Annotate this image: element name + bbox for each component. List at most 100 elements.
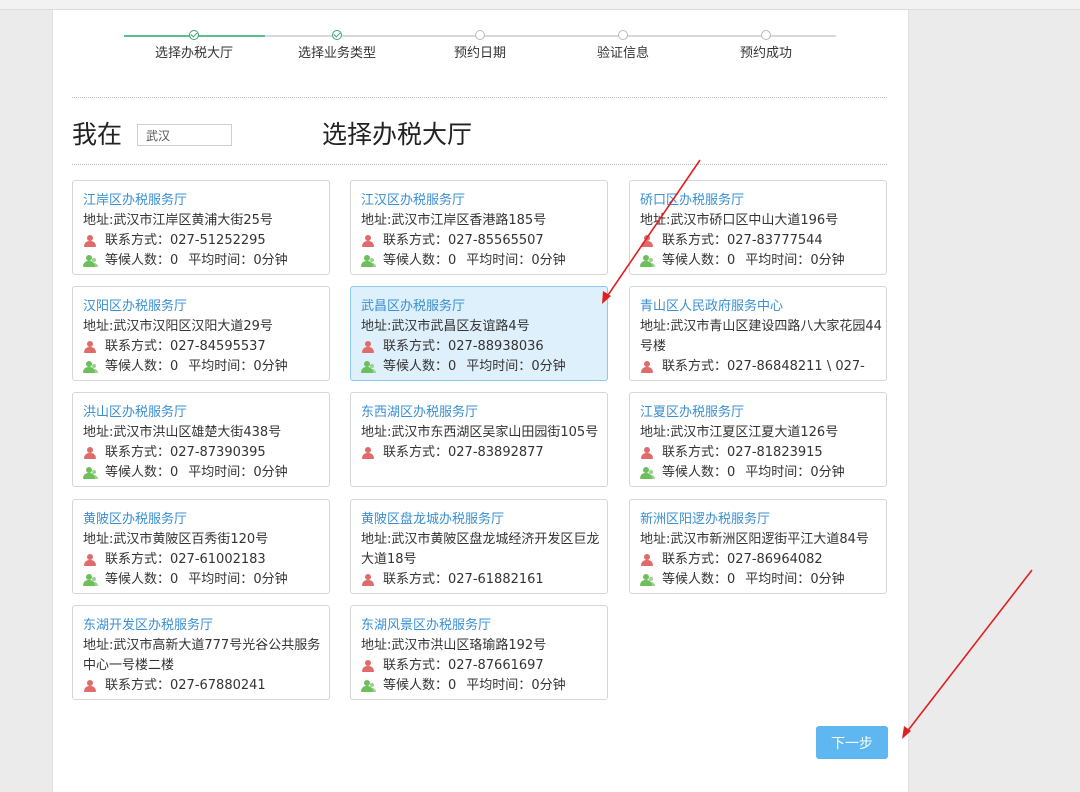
hall-address: 地址:武汉市江岸区黄浦大街25号 (83, 213, 273, 228)
hall-avg-time: 0分钟 (531, 678, 566, 693)
hall-name: 黄陂区办税服务厅 (83, 512, 188, 527)
hall-queue-row: 等候人数： 0 平均时间： 0分钟 (83, 357, 329, 377)
hall-phone-row: 联系方式： 027-86964082 (640, 550, 886, 570)
hall-card[interactable]: 江岸区办税服务厅地址:武汉市江岸区黄浦大街25号联系方式： 027-5125229… (72, 180, 330, 275)
hall-card[interactable]: 武昌区办税服务厅 地址:武汉市武昌区友谊路4号 联系方式： 027-88938036 等… (350, 286, 608, 381)
hall-queue-row: 等候人数： 0 平均时间： 0分钟 (640, 463, 886, 483)
phone-label: 联系方式： (662, 233, 728, 248)
hall-name: 洪山区办税服务厅 (83, 405, 188, 420)
hall-address: 地址:武汉市高新大道777号光谷公共服务中心一号楼二楼 (83, 638, 321, 673)
step-connector (480, 35, 623, 37)
phone-label: 联系方式： (383, 339, 449, 354)
annotation-arrow-to-button (902, 569, 1033, 739)
hall-phone: 027-86964082 (727, 552, 823, 567)
avg-time-label: 平均时间： (466, 359, 532, 374)
hall-queue-row: 等候人数： 0 平均时间： 0分钟 (83, 463, 329, 483)
step-dot-icon (618, 30, 628, 40)
phone-label: 联系方式： (662, 445, 728, 460)
hall-phone-row: 联系方式： 027-83777544 (640, 231, 886, 251)
hall-card[interactable]: 江汉区办税服务厅 地址:武汉市江岸区香港路185号 联系方式： 027-8556550… (350, 180, 608, 275)
hall-card[interactable]: 江夏区办税服务厅地址:武汉市江夏区江夏大道126号联系方式： 027-818239… (629, 392, 887, 487)
hall-phone: 027-81823915 (727, 445, 823, 460)
phone-label: 联系方式： (383, 572, 449, 587)
avg-time-label: 平均时间： (188, 253, 254, 268)
person-icon (83, 340, 99, 354)
location-label: 我在 (72, 120, 123, 149)
phone-label: 联系方式： (662, 552, 728, 567)
step-check-icon (332, 30, 342, 40)
hall-card[interactable]: 东西湖区办税服务厅 地址:武汉市东西湖区吴家山田园街105号 联系方式： 027-83… (350, 392, 608, 487)
queue-label: 等候人数： (105, 359, 171, 374)
people-icon (83, 360, 99, 374)
hall-avg-time: 0分钟 (253, 572, 288, 587)
step-label: 选择业务类型 (297, 46, 377, 61)
queue-label: 等候人数： (105, 253, 171, 268)
hall-address: 地址:武汉市江岸区香港路185号 (361, 213, 547, 228)
hall-card[interactable]: 硚口区办税服务厅 地址:武汉市硚口区中山大道196号 联系方式： 027-837775… (629, 180, 887, 275)
hall-queue-count: 0 (448, 359, 457, 374)
hall-name: 江汉区办税服务厅 (361, 193, 466, 208)
city-input[interactable] (137, 124, 232, 146)
step-connector (337, 35, 480, 37)
hall-queue-row: 等候人数： 0 平均时间： 0分钟 (640, 570, 886, 590)
hall-card[interactable]: 青山区人民政府服务中心 地址:武汉市青山区建设四路八大家花园44号楼 联系方式： 02… (629, 286, 887, 381)
hall-address: 地址:武汉市黄陂区百秀街120号 (83, 532, 269, 547)
hall-queue-count: 0 (448, 253, 457, 268)
hall-queue-row: 等候人数： 0 平均时间： 0分钟 (361, 357, 607, 377)
hall-avg-time: 0分钟 (253, 253, 288, 268)
hall-phone-row: 联系方式： 027-88938036 (361, 337, 607, 357)
phone-label: 联系方式： (105, 233, 171, 248)
hall-phone: 027-61882161 (448, 572, 544, 587)
people-icon (83, 466, 99, 480)
hall-card[interactable]: 新洲区阳逻办税服务厅地址:武汉市新洲区阳逻街平江大道84号联系方式： 027-86… (629, 499, 887, 594)
person-icon (83, 446, 99, 460)
avg-time-label: 平均时间： (745, 572, 811, 587)
step-label: 验证信息 (596, 46, 650, 61)
hall-phone: 027-83892877 (448, 445, 544, 460)
hall-phone-row: 联系方式： 027-83892877 (361, 443, 607, 463)
hall-address: 地址:武汉市新洲区阳逻街平江大道84号 (640, 532, 869, 547)
phone-label: 联系方式： (105, 445, 171, 460)
hall-queue-count: 0 (727, 465, 736, 480)
hall-queue-row: 等候人数： 0 平均时间： 0分钟 (361, 251, 607, 271)
hall-card[interactable]: 黄陂区盘龙城办税服务厅 地址:武汉市黄陂区盘龙城经济开发区巨龙大道18号 联系方式：… (350, 499, 608, 594)
queue-label: 等候人数： (105, 465, 171, 480)
hall-card[interactable]: 汉阳区办税服务厅 地址:武汉市汉阳区汉阳大道29号 联系方式： 027-8459553… (72, 286, 330, 381)
step-dot-icon (475, 30, 485, 40)
divider-top (72, 97, 887, 98)
hall-phone: 027-51252295 (170, 233, 266, 248)
hall-card[interactable]: 东湖开发区办税服务厅 地址:武汉市高新大道777号光谷公共服务中心一号楼二楼 联系方… (72, 605, 330, 700)
step-progress: 选择办税大厅 选择业务类型 预约日期 验证信息 预约成功 (0, 0, 1080, 70)
hall-name: 东西湖区办税服务厅 (361, 405, 479, 420)
next-step-button[interactable]: 下一步 (816, 726, 888, 759)
hall-card[interactable]: 洪山区办税服务厅 地址:武汉市洪山区雄楚大街438号 联系方式： 027-873903… (72, 392, 330, 487)
hall-address: 地址:武汉市硚口区中山大道196号 (640, 213, 839, 228)
avg-time-label: 平均时间： (745, 465, 811, 480)
hall-address: 地址:武汉市江夏区江夏大道126号 (640, 425, 839, 440)
phone-label: 联系方式： (383, 233, 449, 248)
step-check-icon (189, 30, 199, 40)
person-icon (640, 234, 656, 248)
hall-address: 地址:武汉市洪山区珞瑜路192号 (361, 638, 547, 653)
phone-label: 联系方式： (383, 658, 449, 673)
queue-label: 等候人数： (383, 359, 449, 374)
hall-phone: 027-67880241 (170, 678, 266, 693)
hall-name: 江岸区办税服务厅 (83, 193, 188, 208)
hall-phone: 027-87661697 (448, 658, 544, 673)
person-icon (361, 659, 377, 673)
hall-phone-row: 联系方式： 027-86848211 \ 027- (640, 357, 886, 377)
hall-name: 黄陂区盘龙城办税服务厅 (361, 512, 505, 527)
hall-card[interactable]: 黄陂区办税服务厅 地址:武汉市黄陂区百秀街120号 联系方式： 027-6100218… (72, 499, 330, 594)
hall-avg-time: 0分钟 (810, 465, 845, 480)
hall-name: 武昌区办税服务厅 (361, 299, 466, 314)
hall-name: 新洲区阳逻办税服务厅 (640, 512, 771, 527)
hall-card[interactable]: 东湖风景区办税服务厅 地址:武汉市洪山区珞瑜路192号 联系方式： 027-87661… (350, 605, 608, 700)
people-icon (361, 254, 377, 268)
hall-avg-time: 0分钟 (253, 359, 288, 374)
hall-name: 江夏区办税服务厅 (640, 405, 745, 420)
hall-queue-count: 0 (170, 572, 179, 587)
person-icon (83, 679, 99, 693)
hall-phone: 027-88938036 (448, 339, 544, 354)
step-dot-icon (761, 30, 771, 40)
queue-label: 等候人数： (383, 253, 449, 268)
